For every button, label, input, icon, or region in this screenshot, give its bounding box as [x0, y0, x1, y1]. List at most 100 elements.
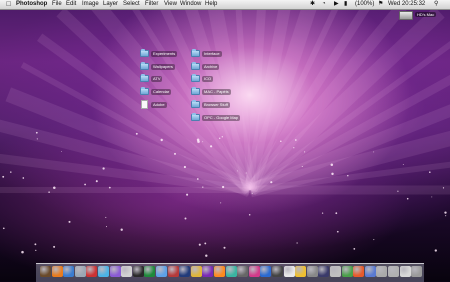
dock-app-icon[interactable] — [364, 266, 376, 277]
volume-icon[interactable]: ▶ — [334, 0, 339, 9]
wallpaper-star — [248, 214, 251, 216]
menu-window[interactable]: Window — [180, 0, 201, 9]
wallpaper-star — [353, 248, 356, 250]
dock-app-icon[interactable] — [248, 266, 260, 277]
dock-app-icon[interactable] — [98, 266, 109, 277]
wallpaper-star — [402, 163, 404, 165]
menu-layer[interactable]: Layer — [103, 0, 118, 9]
dock-app-icon[interactable] — [295, 266, 307, 277]
wallpaper-star — [105, 226, 108, 228]
dock-app-icon[interactable] — [51, 266, 63, 277]
wallpaper-star — [223, 246, 226, 249]
hard-drive-icon[interactable] — [399, 11, 413, 20]
wallpaper-star — [280, 140, 282, 142]
menu-select[interactable]: Select — [123, 0, 140, 9]
menu-filter[interactable]: Filter — [145, 0, 158, 9]
wallpaper-star — [184, 217, 187, 220]
dock-app-icon[interactable] — [272, 266, 283, 277]
wallpaper-star — [34, 243, 37, 246]
wallpaper-star — [431, 196, 433, 198]
menu-bar:  Photoshop File Edit Image Layer Select… — [0, 0, 450, 10]
wallpaper-star — [196, 138, 200, 142]
wallpaper-star — [397, 190, 399, 192]
wallpaper-star — [347, 174, 349, 177]
wallpaper-star — [202, 186, 204, 188]
wallpaper-star — [84, 183, 86, 186]
dock-app-icon[interactable] — [260, 266, 272, 277]
folder-label: OPC - Google Map — [202, 115, 241, 121]
dock-app-icon[interactable] — [179, 266, 191, 277]
dock-app-icon[interactable] — [388, 266, 399, 277]
dock-app-icon[interactable] — [144, 266, 156, 277]
folder-label: Browser Stuff — [202, 102, 230, 108]
dock-app-icon[interactable] — [306, 266, 318, 277]
wallpaper-star — [209, 145, 213, 148]
dock-app-icon[interactable] — [214, 266, 225, 277]
wallpaper-star — [68, 220, 71, 223]
menubar-clock[interactable]: Wed 20:25:32 — [388, 0, 425, 9]
dock-app-icon[interactable] — [190, 266, 202, 277]
input-flag-icon[interactable]: ⚑ — [378, 0, 383, 9]
menu-file[interactable]: File — [52, 0, 62, 9]
wallpaper-star — [221, 185, 225, 189]
wallpaper-star — [294, 139, 297, 141]
folder-icon — [191, 87, 200, 95]
wallpaper-star — [186, 193, 189, 196]
dock-app-icon[interactable] — [318, 266, 330, 277]
wifi-icon[interactable]: ◔ — [322, 0, 326, 9]
folder-label: Interface — [202, 51, 222, 57]
dock-app-icon[interactable] — [237, 266, 249, 277]
menu-edit[interactable]: Edit — [66, 0, 76, 9]
menu-photoshop[interactable]: Photoshop — [16, 0, 47, 9]
dock-app-icon[interactable] — [109, 266, 121, 277]
dock-app-icon[interactable] — [121, 266, 133, 277]
dock-app-icon[interactable] — [411, 266, 423, 277]
battery-percent[interactable]: (100%) — [355, 0, 374, 9]
dock-app-icon[interactable] — [399, 266, 411, 277]
folder-icon — [191, 74, 200, 82]
dock-app-icon[interactable] — [341, 266, 353, 277]
dock-app-icon[interactable] — [225, 266, 237, 277]
wallpaper-star — [53, 186, 56, 189]
wallpaper-star — [321, 212, 324, 214]
wallpaper-star — [35, 249, 37, 252]
wallpaper-star — [22, 177, 25, 179]
spotlight-search-icon[interactable]: ⚲ — [434, 0, 438, 9]
wallpaper-star — [270, 181, 273, 184]
menu-image[interactable]: Image — [82, 0, 99, 9]
wallpaper-star — [336, 230, 339, 233]
dock-app-icon[interactable] — [330, 266, 341, 277]
folder-label: Archive — [202, 64, 220, 70]
dock-app-icon[interactable] — [132, 266, 144, 277]
dock-app-icon[interactable] — [353, 266, 365, 277]
dock-app-icon[interactable] — [74, 266, 86, 277]
wallpaper-star — [237, 170, 238, 172]
bluetooth-icon[interactable]: ✱ — [310, 0, 315, 9]
folder-label: Experiments — [151, 51, 178, 57]
wallpaper-star — [53, 245, 56, 248]
dock-app-icon[interactable] — [376, 266, 388, 277]
wallpaper-star — [48, 191, 50, 193]
dock-app-icon[interactable] — [202, 266, 214, 277]
wallpaper-star — [108, 186, 111, 189]
battery-icon[interactable]: ▮ — [344, 0, 347, 9]
menu-view[interactable]: View — [164, 0, 177, 9]
dock-app-icon[interactable] — [40, 266, 51, 277]
folder-icon — [191, 113, 200, 121]
wallpaper-star — [102, 167, 105, 170]
wallpaper-star — [61, 151, 62, 152]
wallpaper-star — [21, 250, 24, 254]
dock-app-icon[interactable] — [63, 266, 75, 277]
folder-label: ATV — [151, 76, 163, 82]
wallpaper-star — [35, 131, 38, 134]
dock-app-icon[interactable] — [283, 266, 295, 277]
folder-label: MAC - Papéis — [202, 89, 231, 95]
menu-help[interactable]: Help — [205, 0, 217, 9]
wallpaper-star — [105, 216, 107, 218]
dock-app-icon[interactable] — [167, 266, 179, 277]
wallpaper-star — [174, 152, 176, 155]
dock-app-icon[interactable] — [86, 266, 98, 277]
hard-drive-label[interactable]: HD's Mac — [415, 12, 437, 17]
apple-logo-icon[interactable]:  — [6, 0, 11, 9]
dock-app-icon[interactable] — [156, 266, 167, 277]
